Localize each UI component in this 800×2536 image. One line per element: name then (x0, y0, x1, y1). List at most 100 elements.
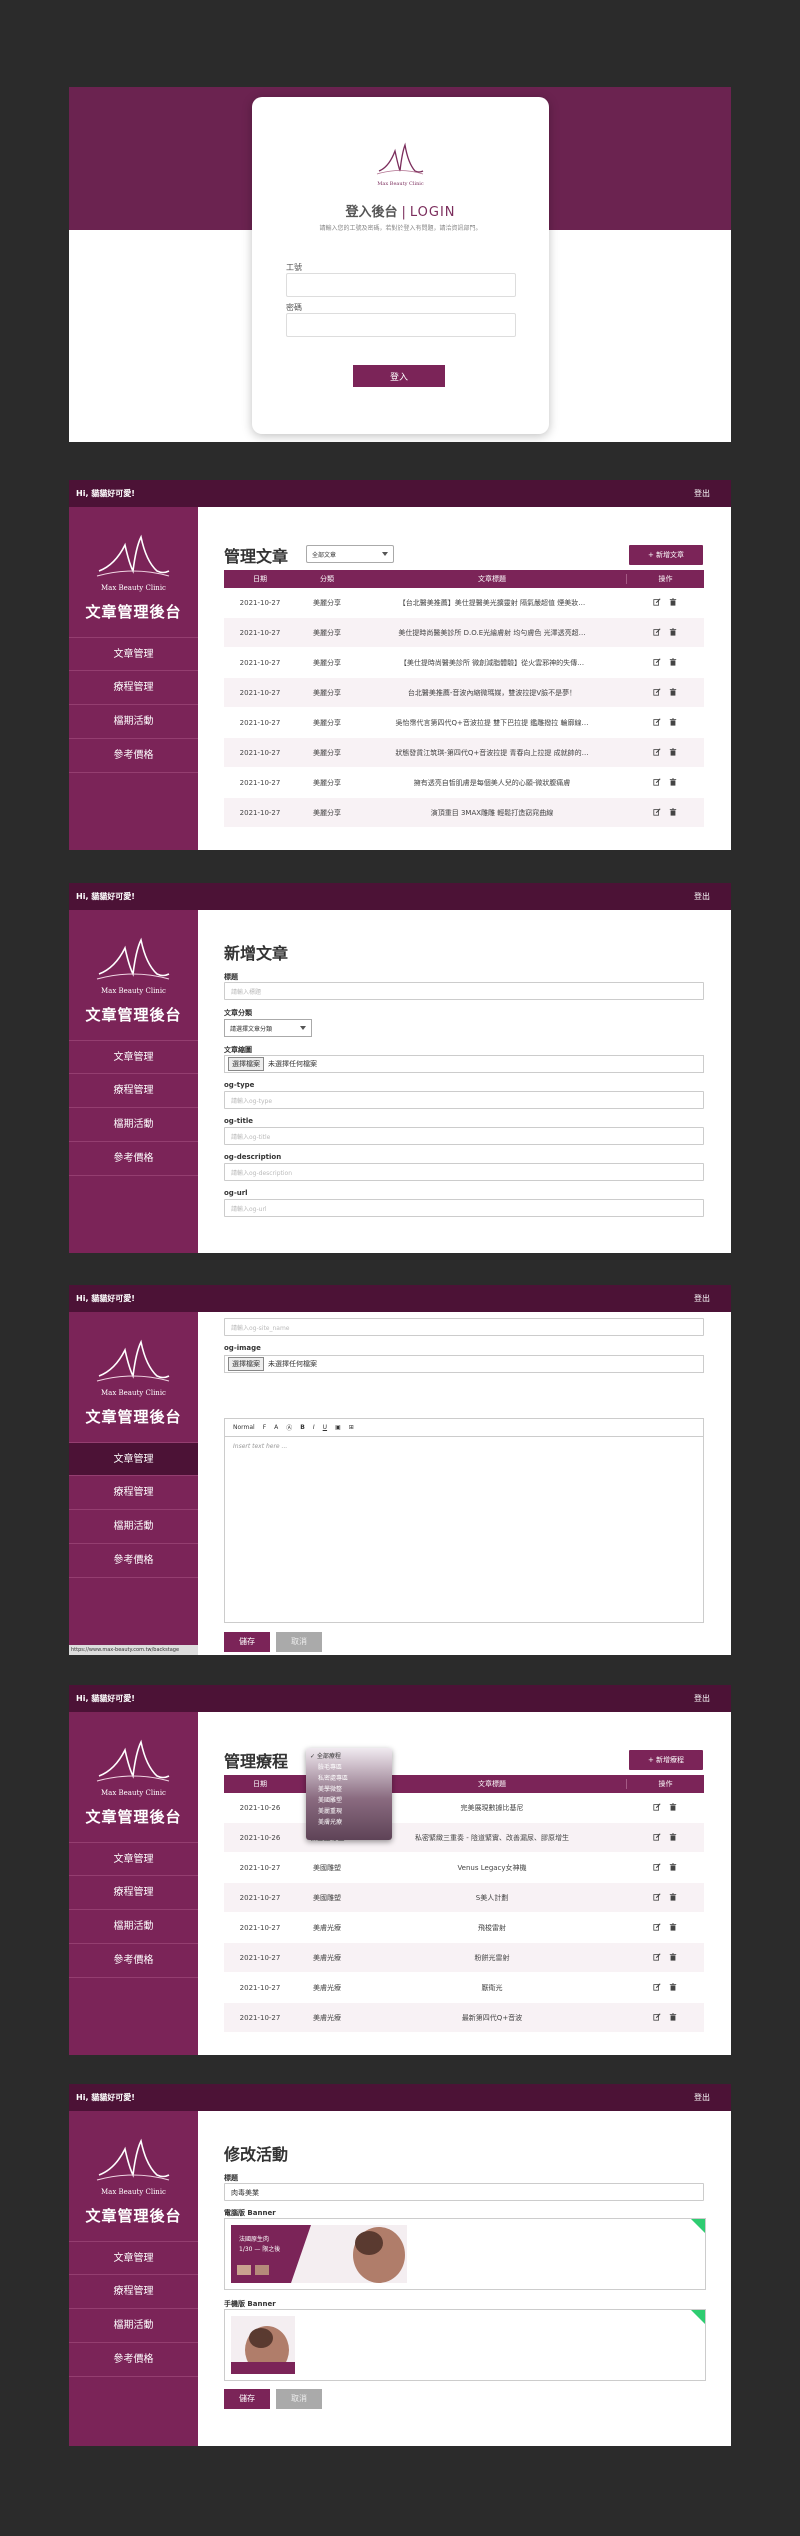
dropdown-option[interactable]: 美國雕塑 (306, 1795, 392, 1806)
delete-icon[interactable] (669, 687, 677, 698)
delete-icon[interactable] (669, 657, 677, 668)
logout-link[interactable]: 登出 (694, 1293, 710, 1304)
delete-icon[interactable] (669, 777, 677, 788)
add-treatment-button[interactable]: + 新增療程 (629, 1750, 703, 1770)
username-input[interactable] (286, 273, 516, 297)
nav-item-prices[interactable]: 參考價格 (69, 739, 198, 773)
delete-icon[interactable] (669, 2012, 677, 2023)
password-input[interactable] (286, 313, 516, 337)
edit-icon[interactable] (653, 1802, 661, 1813)
login-button[interactable]: 登入 (353, 365, 445, 387)
dropdown-option[interactable]: 美學微整 (306, 1784, 392, 1795)
delete-icon[interactable] (669, 1922, 677, 1933)
delete-icon[interactable] (669, 1832, 677, 1843)
delete-icon[interactable] (669, 627, 677, 638)
nav-item-articles[interactable]: 文章管理 (69, 2241, 198, 2275)
nav-item-prices[interactable]: 參考價格 (69, 2343, 198, 2377)
rich-text-editor[interactable]: Normal F A Ⓐ B I U ▣ ⊞ Insert text here … (224, 1418, 704, 1623)
nav-item-treatments[interactable]: 療程管理 (69, 671, 198, 705)
edit-icon[interactable] (653, 1862, 661, 1873)
edit-icon[interactable] (653, 777, 661, 788)
save-button[interactable]: 儲存 (224, 2389, 270, 2409)
title-input[interactable]: 肉毒美業 (224, 2183, 704, 2201)
delete-icon[interactable] (669, 1982, 677, 1993)
nav-item-events[interactable]: 檔期活動 (69, 1510, 198, 1544)
nav-item-prices[interactable]: 參考價格 (69, 1544, 198, 1578)
og-description-input[interactable]: 請輸入og-description (224, 1163, 704, 1181)
edit-icon[interactable] (653, 717, 661, 728)
og-url-input[interactable]: 請輸入og-url (224, 1199, 704, 1217)
article-filter-select[interactable]: 全部文章 (306, 545, 394, 563)
dropdown-option[interactable]: 美麗重現 (306, 1806, 392, 1817)
og-type-input[interactable]: 請輸入og-type (224, 1091, 704, 1109)
nav-item-treatments[interactable]: 療程管理 (69, 1876, 198, 1910)
delete-icon[interactable] (669, 1892, 677, 1903)
italic-button[interactable]: I (313, 1424, 315, 1431)
nav-item-treatments[interactable]: 療程管理 (69, 1476, 198, 1510)
nav-item-articles[interactable]: 文章管理 (69, 1442, 198, 1476)
edit-icon[interactable] (653, 627, 661, 638)
format-normal-select[interactable]: Normal (233, 1424, 255, 1431)
font-size-button[interactable]: A (274, 1424, 278, 1431)
edit-icon[interactable] (653, 657, 661, 668)
font-button[interactable]: F (263, 1424, 266, 1431)
nav-item-events[interactable]: 檔期活動 (69, 2309, 198, 2343)
choose-file-button[interactable]: 選擇檔案 (228, 1357, 264, 1371)
title-input[interactable]: 請輸入標題 (224, 982, 704, 1000)
delete-icon[interactable] (669, 807, 677, 818)
edit-icon[interactable] (653, 1922, 661, 1933)
logout-link[interactable]: 登出 (694, 1693, 710, 1704)
upload-corner-icon[interactable] (691, 2219, 705, 2233)
save-button[interactable]: 儲存 (224, 1632, 270, 1652)
edit-icon[interactable] (653, 747, 661, 758)
bold-button[interactable]: B (300, 1424, 305, 1431)
nav-item-articles[interactable]: 文章管理 (69, 1842, 198, 1876)
edit-icon[interactable] (653, 2012, 661, 2023)
cancel-button[interactable]: 取消 (276, 2389, 322, 2409)
delete-icon[interactable] (669, 597, 677, 608)
clear-format-icon[interactable]: Ⓐ (286, 1423, 292, 1432)
treatment-filter-dropdown[interactable]: ✓ 全部療程 臉毛專區 私密處專區 美學微整 美國雕塑 美麗重現 美膚光療 (306, 1748, 392, 1840)
nav-item-events[interactable]: 檔期活動 (69, 1108, 198, 1142)
edit-icon[interactable] (653, 687, 661, 698)
delete-icon[interactable] (669, 1802, 677, 1813)
upload-corner-icon[interactable] (691, 2310, 705, 2324)
edit-icon[interactable] (653, 1892, 661, 1903)
delete-icon[interactable] (669, 1952, 677, 1963)
nav-item-articles[interactable]: 文章管理 (69, 637, 198, 671)
image-icon[interactable]: ▣ (335, 1424, 341, 1431)
og-site-name-input[interactable]: 請輸入og-site_name (224, 1318, 704, 1336)
nav-item-prices[interactable]: 參考價格 (69, 1944, 198, 1978)
underline-button[interactable]: U (323, 1424, 327, 1431)
delete-icon[interactable] (669, 717, 677, 728)
logout-link[interactable]: 登出 (694, 488, 710, 499)
edit-icon[interactable] (653, 807, 661, 818)
add-article-button[interactable]: + 新增文章 (629, 545, 703, 565)
og-title-input[interactable]: 請輸入og-title (224, 1127, 704, 1145)
dropdown-option[interactable]: 私密處專區 (306, 1773, 392, 1784)
dropdown-option[interactable]: 臉毛專區 (306, 1762, 392, 1773)
cover-file-input[interactable]: 選擇檔案 未選擇任何檔案 (224, 1055, 704, 1073)
edit-icon[interactable] (653, 1952, 661, 1963)
logout-link[interactable]: 登出 (694, 2092, 710, 2103)
nav-item-articles[interactable]: 文章管理 (69, 1040, 198, 1074)
cancel-button[interactable]: 取消 (276, 1632, 322, 1652)
nav-item-treatments[interactable]: 療程管理 (69, 2275, 198, 2309)
category-select[interactable]: 請選擇文章分類 (224, 1019, 312, 1037)
edit-icon[interactable] (653, 1832, 661, 1843)
dropdown-option[interactable]: ✓ 全部療程 (306, 1751, 392, 1762)
og-image-file-input[interactable]: 選擇檔案 未選擇任何檔案 (224, 1355, 704, 1373)
edit-icon[interactable] (653, 1982, 661, 1993)
nav-item-treatments[interactable]: 療程管理 (69, 1074, 198, 1108)
nav-item-events[interactable]: 檔期活動 (69, 705, 198, 739)
nav-item-prices[interactable]: 參考價格 (69, 1142, 198, 1176)
desktop-banner-upload[interactable]: 法國原生肉 1/30 — 限之後 (224, 2218, 706, 2290)
mobile-banner-upload[interactable] (224, 2309, 706, 2381)
delete-icon[interactable] (669, 1862, 677, 1873)
edit-icon[interactable] (653, 597, 661, 608)
choose-file-button[interactable]: 選擇檔案 (228, 1057, 264, 1071)
table-icon[interactable]: ⊞ (349, 1424, 354, 1431)
dropdown-option[interactable]: 美膚光療 (306, 1817, 392, 1828)
logout-link[interactable]: 登出 (694, 891, 710, 902)
nav-item-events[interactable]: 檔期活動 (69, 1910, 198, 1944)
